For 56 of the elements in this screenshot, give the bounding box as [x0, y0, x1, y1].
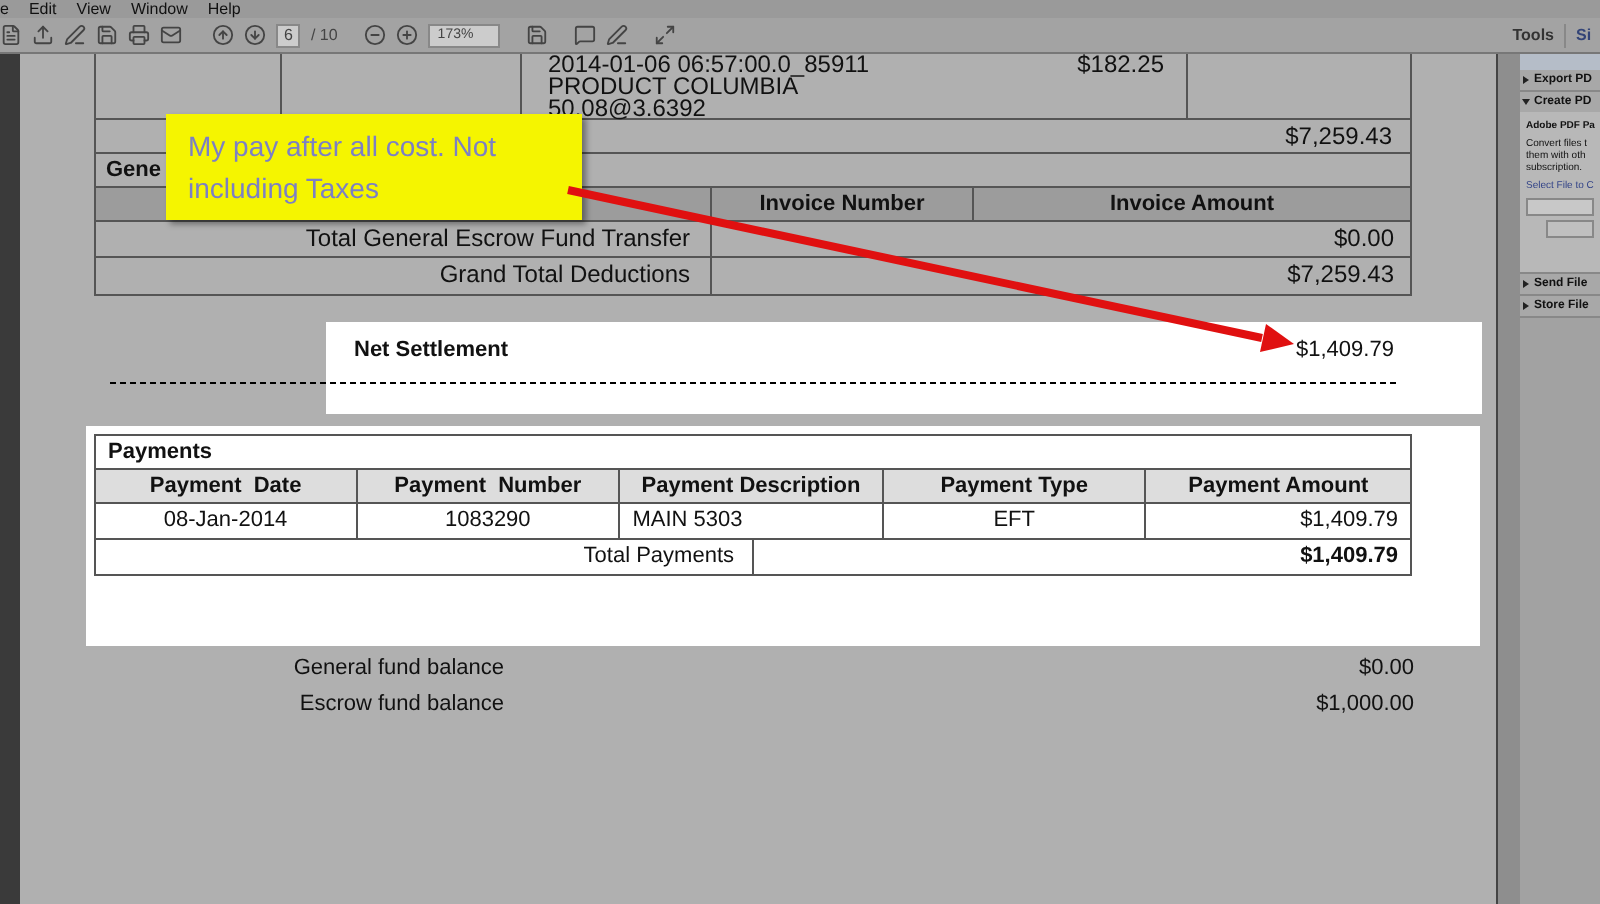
- subtotal-amount: $7,259.43: [1285, 120, 1392, 154]
- balance-label: General fund balance: [291, 653, 504, 684]
- balance-amount: $1,000.00: [1314, 689, 1414, 720]
- next-page-icon[interactable]: [244, 24, 266, 46]
- menu-item[interactable]: Window: [130, 0, 188, 18]
- mail-icon[interactable]: [160, 24, 182, 46]
- table-cell: Grand Total Deductions: [96, 258, 712, 294]
- balance-label: Escrow fund balance: [297, 689, 504, 720]
- page-view-icon[interactable]: [525, 24, 548, 46]
- upload-icon[interactable]: [32, 24, 54, 46]
- column-header: Payment Date: [96, 470, 358, 502]
- table-cell-text: $0.00: [1331, 222, 1396, 256]
- table-cell-text: $7,259.43: [1285, 258, 1396, 292]
- panel-header-bar: [1520, 54, 1600, 70]
- table-cell-text: $1,409.79: [1298, 506, 1400, 536]
- comment-icon[interactable]: [573, 24, 596, 46]
- balance-amount: $0.00: [1356, 653, 1414, 684]
- previous-page-icon[interactable]: [212, 24, 234, 46]
- document-icon[interactable]: [0, 24, 22, 46]
- section-title: Gene: [106, 155, 162, 186]
- tab[interactable]: Si: [1564, 23, 1600, 47]
- column-header: Invoice Amount: [1107, 190, 1277, 220]
- tab[interactable]: Tools: [1512, 23, 1554, 47]
- menu-item[interactable]: View: [76, 0, 111, 18]
- menu-item[interactable]: Edit: [28, 0, 57, 18]
- save-icon[interactable]: [96, 24, 118, 46]
- table-cell: Total Payments: [96, 540, 754, 574]
- table-cell: EFT: [883, 504, 1147, 538]
- column-header: Payment Amount: [1186, 472, 1371, 502]
- column-header: Payment Number: [357, 470, 621, 502]
- menu-item[interactable]: e: [0, 0, 9, 18]
- page-number-field[interactable]: 6: [276, 23, 301, 47]
- highlight-icon[interactable]: [605, 24, 628, 46]
- table-title: Payments: [108, 437, 212, 468]
- table-cell: 08-Jan-2014: [96, 504, 358, 538]
- fullscreen-icon[interactable]: [653, 24, 676, 46]
- table-cell-text: $1,409.79: [1298, 542, 1400, 572]
- print-icon[interactable]: [128, 24, 150, 46]
- file-field[interactable]: [1526, 198, 1594, 216]
- table-cell: MAIN 5303: [620, 504, 884, 538]
- scrollbar[interactable]: [1496, 54, 1520, 904]
- table-cell: Total General Escrow Fund Transfer: [96, 222, 712, 256]
- callout-note: My pay after all cost. Not including Taxes: [166, 114, 582, 220]
- column-header: Payment Description: [620, 470, 884, 502]
- column-header: Invoice Number: [712, 188, 974, 220]
- zoom-in-icon[interactable]: [395, 24, 418, 46]
- page-count: / 10: [310, 23, 338, 47]
- net-settlement-amount: $1,409.79: [1296, 336, 1394, 366]
- menu-item[interactable]: Help: [207, 0, 241, 18]
- zoom-out-icon[interactable]: [363, 24, 386, 46]
- column-header: Payment Type: [883, 470, 1147, 502]
- net-settlement-label: Net Settlement: [354, 336, 509, 366]
- item-amount: $182.25: [1077, 54, 1164, 82]
- edit-icon[interactable]: [64, 24, 86, 46]
- table-cell: 1083290: [357, 504, 621, 538]
- item-details: 2014-01-06 06:57:00.0_85911 PRODUCT COLUMBIA 50.08@3.6392: [548, 54, 872, 118]
